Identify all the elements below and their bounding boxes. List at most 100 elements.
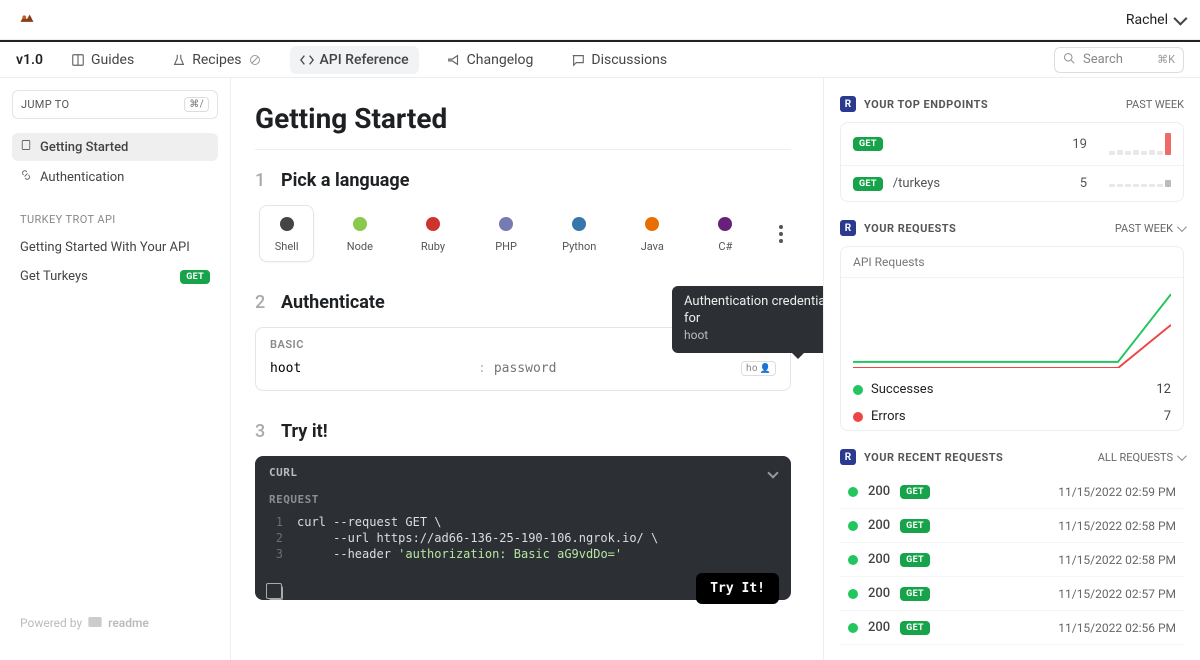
- sidebar-sub-label: Getting Started With Your API: [20, 240, 190, 255]
- status-code: 200: [868, 552, 890, 567]
- link-icon: [20, 169, 32, 185]
- status-dot: [848, 623, 858, 633]
- nav-discussions[interactable]: Discussions: [561, 46, 677, 74]
- sidebar-item-label: Getting Started: [40, 140, 128, 155]
- status-dot: [848, 555, 858, 565]
- all-requests-link[interactable]: ALL REQUESTS: [1098, 451, 1184, 464]
- nav-guides[interactable]: Guides: [61, 46, 144, 74]
- timerange-text: PAST WEEK: [1126, 98, 1184, 111]
- auth-separator: :: [478, 361, 486, 376]
- user-menu[interactable]: Rachel: [1126, 12, 1184, 28]
- timestamp: 11/15/2022 02:59 PM: [1058, 485, 1176, 499]
- lang-csharp[interactable]: C#: [698, 206, 753, 261]
- lang-icon: [642, 214, 662, 234]
- code-line: 2 --url https://ad66-136-25-190-106.ngro…: [255, 530, 791, 546]
- section-icon: R: [840, 220, 856, 236]
- auth-username-input[interactable]: [270, 361, 470, 376]
- method-badge: GET: [900, 519, 930, 533]
- search-kbd: ⌘K: [1157, 53, 1175, 66]
- copy-icon[interactable]: [269, 586, 283, 600]
- timestamp: 11/15/2022 02:58 PM: [1058, 519, 1176, 533]
- timerange-select[interactable]: PAST WEEK: [1115, 222, 1184, 235]
- endpoint-count: 5: [1080, 176, 1087, 191]
- endpoint-count: 19: [1072, 137, 1087, 152]
- powered-brand: readme: [108, 616, 149, 630]
- method-badge: GET: [853, 137, 883, 151]
- nav-recipes[interactable]: Recipes: [162, 46, 271, 74]
- section-title: YOUR TOP ENDPOINTS: [864, 98, 988, 111]
- lang-ruby[interactable]: Ruby: [405, 206, 460, 261]
- auth-box: Authentication credentials for hoot BASI…: [255, 327, 791, 391]
- sidebar-item-getting-started[interactable]: Getting Started: [12, 133, 218, 161]
- chevron-down-icon[interactable]: [767, 467, 778, 478]
- timestamp: 11/15/2022 02:57 PM: [1058, 587, 1176, 601]
- divider: [255, 149, 791, 150]
- lang-shell[interactable]: Shell: [259, 205, 314, 262]
- code-lang-label: CURL: [269, 466, 298, 479]
- lang-node[interactable]: Node: [332, 206, 387, 261]
- lang-python[interactable]: Python: [552, 206, 607, 261]
- sidebar-sub-getting-started-api[interactable]: Getting Started With Your API: [12, 234, 218, 261]
- lang-icon: [569, 214, 589, 234]
- flask-icon: [172, 53, 186, 67]
- lang-label: PHP: [495, 240, 517, 253]
- search-input[interactable]: Search ⌘K: [1054, 47, 1184, 73]
- auth-tooltip: Authentication credentials for hoot: [672, 286, 823, 353]
- metric-row: Successes12: [841, 376, 1183, 403]
- status-dot: [853, 412, 863, 422]
- status-dot: [853, 385, 863, 395]
- lang-label: C#: [718, 240, 732, 253]
- lang-label: Python: [562, 240, 596, 253]
- megaphone-icon: [447, 53, 461, 67]
- request-row[interactable]: 200GET11/15/2022 02:58 PM: [840, 543, 1184, 577]
- metric-value: 12: [1156, 382, 1171, 397]
- method-badge: GET: [900, 621, 930, 635]
- metric-row: Errors 7: [841, 403, 1183, 430]
- code-line: 1curl --request GET \: [255, 514, 791, 530]
- lang-java[interactable]: Java: [625, 206, 680, 261]
- version-label[interactable]: v1.0: [16, 52, 43, 68]
- auth-help-badge[interactable]: ho 👤: [741, 361, 776, 376]
- lang-label: Shell: [275, 240, 299, 253]
- request-row[interactable]: 200GET11/15/2022 02:59 PM: [840, 475, 1184, 509]
- auth-password-input[interactable]: [494, 361, 733, 376]
- code-line: 3 --header 'authorization: Basic aG9vdDo…: [255, 546, 791, 562]
- sparkline: [1109, 133, 1171, 155]
- code-icon: [300, 53, 314, 67]
- page-title: Getting Started: [255, 102, 791, 135]
- sidebar-sub-get-turkeys[interactable]: Get Turkeys GET: [12, 263, 218, 290]
- metric-label: Errors: [871, 409, 906, 424]
- powered-by[interactable]: Powered by readme: [12, 598, 218, 648]
- metric-value: 7: [1164, 409, 1171, 424]
- nav-changelog-label: Changelog: [467, 52, 534, 68]
- lang-label: Node: [347, 240, 373, 253]
- more-languages-button[interactable]: [771, 217, 791, 251]
- request-row[interactable]: 200GET11/15/2022 02:56 PM: [840, 611, 1184, 645]
- nav-changelog[interactable]: Changelog: [437, 46, 544, 74]
- step-title: Authenticate: [281, 292, 385, 313]
- lang-php[interactable]: PHP: [479, 206, 534, 261]
- chat-icon: [571, 53, 585, 67]
- status-code: 200: [868, 620, 890, 635]
- search-placeholder: Search: [1083, 52, 1123, 67]
- powered-label: Powered by: [20, 616, 82, 630]
- sparkline: [1109, 180, 1171, 187]
- endpoint-row[interactable]: GET 19: [841, 123, 1183, 166]
- request-row[interactable]: 200 GET 11/15/2022 02:58 PM: [840, 509, 1184, 543]
- nav-discussions-label: Discussions: [591, 52, 667, 68]
- jump-to[interactable]: JUMP TO ⌘/: [12, 90, 218, 119]
- status-code: 200: [868, 518, 890, 533]
- readme-icon: [88, 616, 102, 630]
- status-dot: [848, 589, 858, 599]
- try-it-button[interactable]: Try It!: [696, 573, 779, 604]
- request-row[interactable]: 200GET11/15/2022 02:57 PM: [840, 577, 1184, 611]
- nav-api-reference[interactable]: API Reference: [290, 46, 419, 74]
- timestamp: 11/15/2022 02:58 PM: [1058, 553, 1176, 567]
- book-icon: [71, 53, 85, 67]
- sidebar-item-authentication[interactable]: Authentication: [12, 163, 218, 191]
- sidebar-heading: TURKEY TROT API: [12, 213, 218, 226]
- jump-to-kbd: ⌘/: [184, 97, 209, 112]
- sidebar-sub-label: Get Turkeys: [20, 269, 88, 284]
- method-badge: GET: [180, 270, 210, 284]
- endpoint-row[interactable]: GET/turkeys5: [841, 166, 1183, 201]
